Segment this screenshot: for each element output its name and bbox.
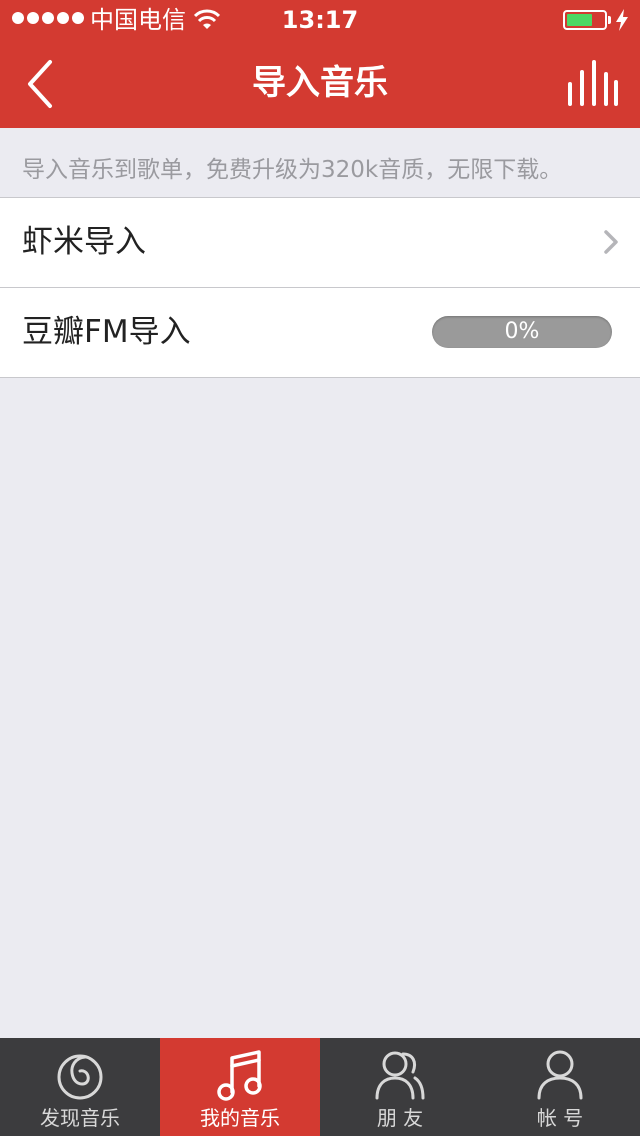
tab-my-music[interactable]: 我的音乐 [160,1038,320,1136]
status-bar: 中国电信 13:17 [0,0,640,40]
chevron-right-icon [604,230,618,254]
tab-friends[interactable]: 朋 友 [320,1038,480,1136]
tab-my-music-label: 我的音乐 [200,1106,280,1130]
netease-logo-icon [57,1054,103,1100]
battery-icon [563,10,607,30]
import-source-list: 虾米导入 豆瓣FM导入 0% [0,197,640,378]
friends-icon [375,1051,425,1100]
battery-tip [608,16,611,24]
progress-percent: 0% [504,319,540,344]
import-music-screen: 中国电信 13:17 导入音乐 导入音乐到歌单，免费升级为320k音质，无限下载… [0,0,640,1136]
tab-discover-music-label: 发现音乐 [40,1106,120,1130]
top-bar: 中国电信 13:17 导入音乐 [0,0,640,128]
charging-bolt-icon [616,9,628,31]
music-note-icon [217,1050,262,1101]
tab-discover-music[interactable]: 发现音乐 [0,1038,160,1136]
account-icon [537,1050,583,1100]
xiami-import-row[interactable]: 虾米导入 [0,198,640,287]
douban-import-progress-bar: 0% [432,316,612,348]
tab-account[interactable]: 帐 号 [480,1038,640,1136]
now-playing-button[interactable] [566,60,618,108]
navigation-bar: 导入音乐 [0,40,640,128]
tab-account-label: 帐 号 [536,1106,584,1130]
xiami-import-label: 虾米导入 [22,224,146,260]
douban-fm-import-row[interactable]: 豆瓣FM导入 0% [0,287,640,377]
import-hint-text: 导入音乐到歌单，免费升级为320k音质，无限下载。 [22,157,563,183]
tab-friends-label: 朋 友 [376,1106,424,1130]
douban-fm-import-label: 豆瓣FM导入 [22,314,191,350]
status-time: 13:17 [281,6,359,34]
bottom-tab-bar: 发现音乐 我的音乐 朋 友 帐 号 [0,1038,640,1136]
page-title: 导入音乐 [252,63,388,103]
